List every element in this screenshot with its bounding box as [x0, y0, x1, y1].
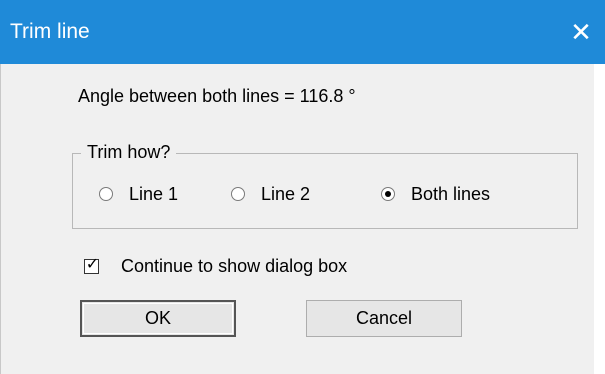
right-border [594, 64, 605, 374]
title-bar[interactable]: Trim line ✕ [0, 0, 605, 64]
radio-label: Line 1 [129, 183, 179, 204]
ok-button[interactable]: OK [80, 300, 236, 337]
radio-both-lines[interactable]: Both lines [381, 179, 490, 209]
continue-show-dialog-checkbox[interactable]: ✓ Continue to show dialog box [84, 256, 347, 277]
radio-circle-icon[interactable] [231, 187, 245, 201]
groupbox-legend: Trim how? [81, 141, 177, 163]
radio-label: Both lines [411, 183, 491, 204]
checkbox-label: Continue to show dialog box [121, 256, 348, 276]
close-icon[interactable]: ✕ [557, 0, 605, 64]
dialog-title: Trim line [10, 20, 90, 43]
radio-line-1[interactable]: Line 1 [99, 179, 178, 209]
radio-circle-icon[interactable] [99, 187, 113, 201]
radio-selected-icon[interactable] [381, 187, 395, 201]
checkmark-icon: ✓ [85, 256, 100, 273]
cancel-button[interactable]: Cancel [306, 300, 462, 337]
left-border [0, 64, 1, 374]
trim-line-dialog: Trim line ✕ Angle between both lines = 1… [0, 0, 605, 374]
radio-line-2[interactable]: Line 2 [231, 179, 310, 209]
angle-info-text: Angle between both lines = 116.8 ° [78, 86, 356, 106]
checkbox[interactable]: ✓ [84, 256, 99, 274]
trim-how-groupbox: Trim how? Line 1 Line 2 Both lines [72, 141, 578, 229]
radio-label: Line 2 [261, 183, 311, 204]
